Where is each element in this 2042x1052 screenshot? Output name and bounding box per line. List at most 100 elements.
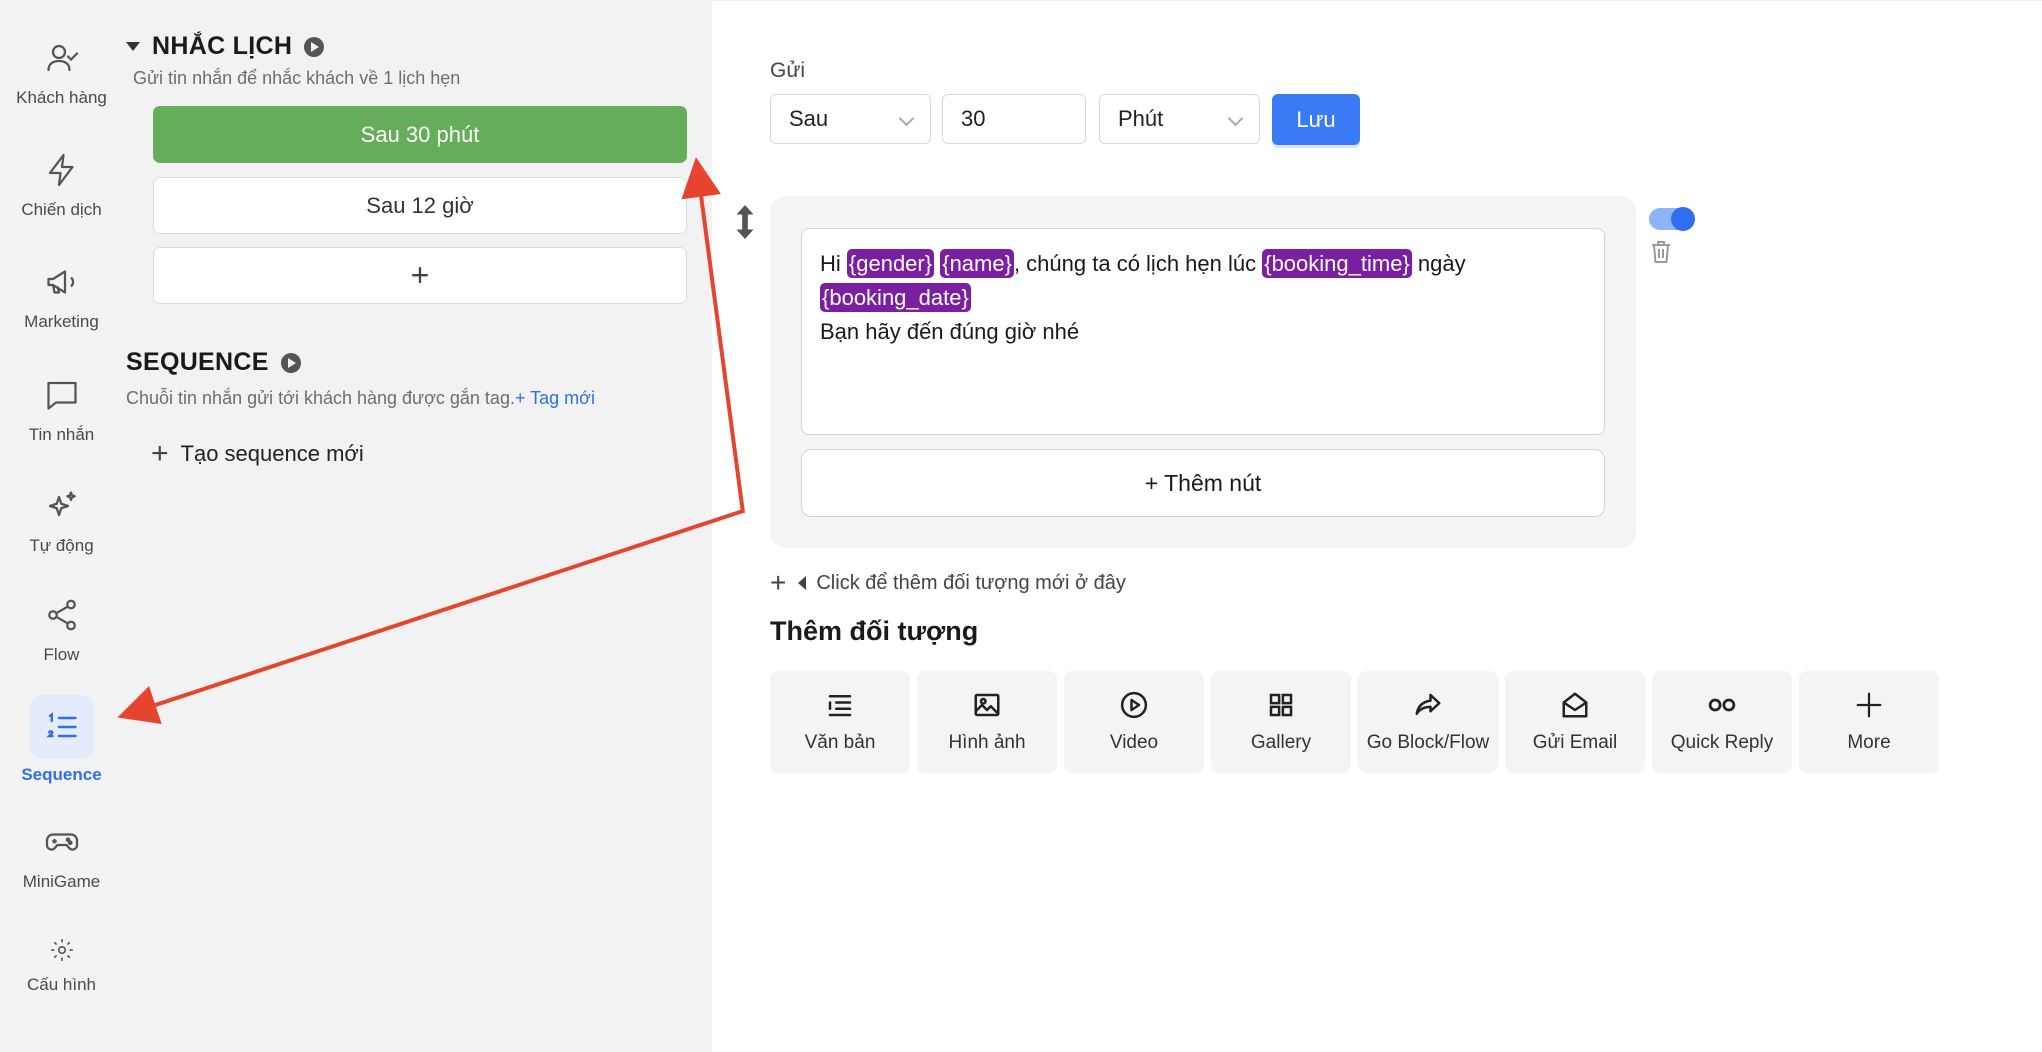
trash-icon[interactable]: [1649, 239, 1673, 265]
nav-item-marketing[interactable]: Marketing: [0, 264, 123, 332]
variable-tag-booking-date[interactable]: {booking_date}: [820, 283, 971, 312]
sequence-description: Chuỗi tin nhắn gửi tới khách hàng được g…: [126, 388, 595, 409]
nav-label: Flow: [43, 645, 80, 664]
plus-icon: +: [770, 567, 787, 598]
forward-arrow-icon: [1415, 693, 1441, 715]
main-nav: Khách hàng Chiến dịch Marketing Tin nhắn…: [0, 0, 123, 1052]
save-button[interactable]: Lưu: [1272, 94, 1360, 145]
nav-label: Khách hàng: [16, 88, 107, 107]
gamepad-icon: [45, 833, 78, 851]
variable-tag-gender[interactable]: {gender}: [846, 249, 935, 278]
add-gallery-object[interactable]: Gallery: [1211, 671, 1351, 773]
message-text: , chúng ta có lịch hẹn lúc: [1013, 251, 1263, 276]
variable-tag-booking-time[interactable]: {booking_time}: [1262, 249, 1412, 278]
message-text: ngày: [1411, 251, 1466, 276]
timing-amount-input[interactable]: 30: [942, 94, 1086, 144]
add-button-button[interactable]: + Thêm nút: [801, 449, 1605, 517]
add-object-title: Thêm đối tượng: [770, 616, 979, 646]
nav-label: Tự động: [29, 536, 94, 555]
reminder-title: NHẮC LỊCH: [152, 32, 293, 60]
block-enable-toggle[interactable]: [1649, 207, 1695, 231]
nav-item-tin-nhan[interactable]: Tin nhắn: [0, 377, 123, 445]
grid-icon: [1269, 693, 1293, 717]
object-label: More: [1847, 732, 1891, 753]
message-text: Hi: [820, 251, 847, 276]
sequence-description-text: Chuỗi tin nhắn gửi tới khách hàng được g…: [126, 388, 515, 408]
nav-item-flow[interactable]: Flow: [0, 597, 123, 665]
object-label: Văn bản: [804, 732, 876, 753]
image-icon: [974, 693, 1000, 717]
nav-label: MiniGame: [22, 872, 101, 891]
create-sequence-label: Tạo sequence mới: [180, 441, 364, 466]
chevron-down-icon: [898, 110, 915, 127]
sequence-panel: NHẮC LỊCH Gửi tin nhắn để nhắc khách về …: [123, 0, 712, 1052]
lightning-icon: [48, 153, 74, 187]
sequence-title: SEQUENCE: [126, 348, 269, 376]
add-more-object[interactable]: More: [1799, 671, 1939, 773]
drag-handle-icon[interactable]: [733, 205, 757, 239]
nav-item-sequence[interactable]: Sequence: [0, 695, 123, 785]
object-label: Hình ảnh: [948, 732, 1026, 753]
text-list-icon: [828, 695, 852, 717]
nav-item-minigame[interactable]: MiniGame: [0, 824, 123, 892]
add-image-object[interactable]: Hình ảnh: [917, 671, 1057, 773]
plus-icon: +: [151, 437, 169, 470]
message-icon: [46, 381, 77, 410]
plus-icon: +: [410, 257, 430, 293]
message-editor: Gửi Sau 30 Phút Lưu Hi {gender} {name}, …: [712, 0, 2042, 1052]
reminder-item-12-hours[interactable]: Sau 12 giờ: [153, 177, 687, 234]
nav-item-khach-hang[interactable]: Khách hàng: [0, 40, 123, 108]
collapse-caret-icon[interactable]: [126, 42, 140, 51]
user-check-icon: [46, 44, 78, 72]
hint-text: Click để thêm đối tượng mới ở đây: [816, 571, 1126, 594]
sparkle-icon: [48, 491, 76, 517]
nav-label: Cấu hình: [27, 975, 96, 994]
gear-icon: [50, 939, 73, 961]
nav-label: Chiến dịch: [21, 200, 102, 219]
play-help-icon[interactable]: [280, 352, 301, 373]
nav-item-tu-dong[interactable]: Tự động: [0, 488, 123, 556]
plus-icon: [1856, 692, 1882, 718]
message-text: Bạn hãy đến đúng giờ nhé: [820, 319, 1080, 344]
reminder-item-30-min[interactable]: Sau 30 phút: [153, 106, 687, 163]
add-quick-reply-object[interactable]: Quick Reply: [1652, 671, 1792, 773]
object-label: Gửi Email: [1532, 732, 1618, 753]
numbered-list-icon: [45, 712, 77, 738]
nav-label: Tin nhắn: [28, 425, 95, 444]
play-help-icon[interactable]: [304, 36, 325, 57]
timing-type-select[interactable]: Sau: [770, 94, 931, 144]
add-object-hint[interactable]: + Click để thêm đối tượng mới ở đây: [770, 567, 1126, 599]
timing-unit-value: Phút: [1118, 106, 1164, 131]
create-sequence-button[interactable]: + Tạo sequence mới: [151, 437, 364, 471]
caret-left-icon: [798, 576, 807, 590]
reminder-description: Gửi tin nhắn để nhắc khách về 1 lịch hẹn: [133, 68, 461, 88]
message-block: Hi {gender} {name}, chúng ta có lịch hẹn…: [770, 196, 1636, 548]
envelope-open-icon: [1562, 692, 1588, 718]
object-type-list: Văn bản Hình ảnh Video Gallery Go Block/…: [770, 671, 1939, 773]
sequence-section-header: SEQUENCE: [126, 348, 301, 377]
new-tag-link[interactable]: + Tag mới: [515, 388, 595, 408]
nav-item-chien-dich[interactable]: Chiến dịch: [0, 152, 123, 220]
chevron-down-icon: [1227, 110, 1244, 127]
add-reminder-button[interactable]: +: [153, 247, 687, 304]
nav-active-highlight: [29, 695, 94, 759]
timing-type-value: Sau: [789, 106, 829, 131]
object-label: Video: [1109, 732, 1159, 753]
variable-tag-name[interactable]: {name}: [940, 249, 1014, 278]
share-icon: [47, 599, 76, 631]
reminder-section-header[interactable]: NHẮC LỊCH: [126, 32, 325, 61]
message-text-editor[interactable]: Hi {gender} {name}, chúng ta có lịch hẹn…: [801, 228, 1605, 435]
add-text-object[interactable]: Văn bản: [770, 671, 910, 773]
timing-amount-value: 30: [961, 106, 986, 131]
add-go-block-object[interactable]: Go Block/Flow: [1358, 671, 1498, 773]
add-email-object[interactable]: Gửi Email: [1505, 671, 1645, 773]
object-label: Quick Reply: [1670, 732, 1774, 753]
add-video-object[interactable]: Video: [1064, 671, 1204, 773]
double-circle-icon: [1708, 698, 1736, 712]
object-label: Gallery: [1250, 732, 1312, 753]
nav-item-cau-hinh[interactable]: Cấu hình: [0, 937, 123, 995]
timing-unit-select[interactable]: Phút: [1099, 94, 1260, 144]
megaphone-icon: [46, 270, 74, 294]
object-label: Go Block/Flow: [1366, 732, 1490, 753]
send-label: Gửi: [770, 59, 806, 82]
